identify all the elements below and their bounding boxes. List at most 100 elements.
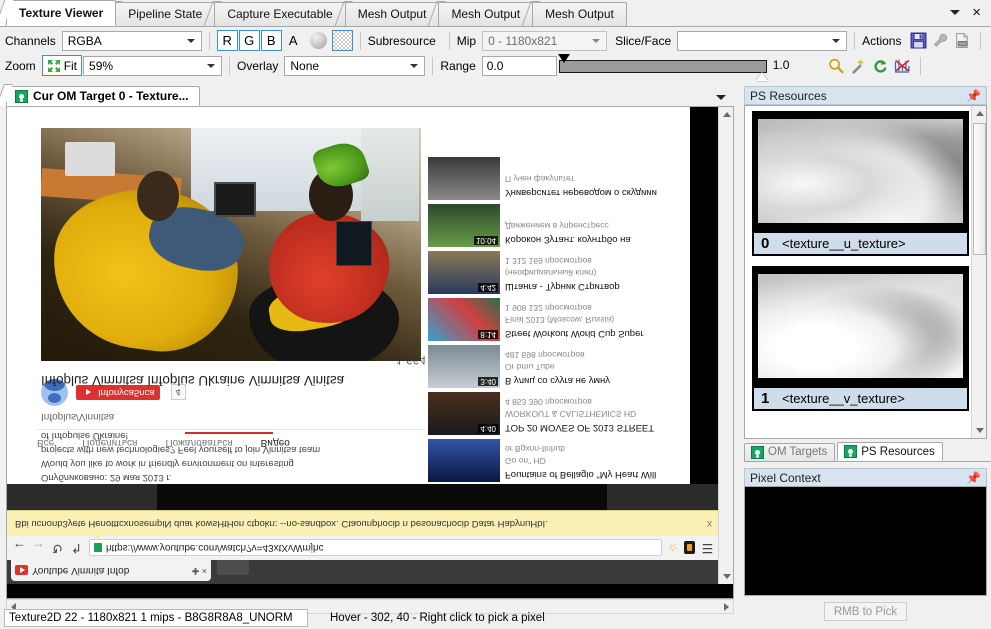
- channel-a-button[interactable]: A: [283, 30, 304, 51]
- video-thumbnail: [428, 157, 500, 200]
- zoom-select[interactable]: 59%: [83, 55, 223, 76]
- resource-row-0[interactable]: 0 <texture__u_texture>: [752, 231, 969, 256]
- tab-label: Pipeline State: [128, 7, 203, 21]
- mip-select[interactable]: 0 - 1180x821: [482, 30, 608, 51]
- tab-capture-executable[interactable]: Capture Executable: [214, 2, 346, 26]
- close-icon[interactable]: ×: [972, 5, 981, 20]
- range-min-handle[interactable]: [557, 53, 570, 63]
- texture-dock-tabbar: Cur OM Target 0 - Texture...: [6, 86, 734, 107]
- tab-label: Mesh Output: [357, 7, 427, 21]
- scroll-up-button[interactable]: [719, 107, 733, 122]
- stop-icon: ↰: [71, 541, 82, 556]
- scroll-down-button[interactable]: [972, 423, 986, 438]
- tab-mesh-output-2[interactable]: Mesh Output: [438, 2, 534, 26]
- resource-name: <texture__u_texture>: [782, 236, 906, 251]
- zoom-label: Zoom: [5, 58, 36, 73]
- slice-face-label: Slice/Face: [615, 33, 672, 48]
- pixel-context-title: Pixel Context: [750, 470, 821, 485]
- channel-g-button[interactable]: G: [238, 30, 260, 51]
- chevron-down-icon: [410, 63, 419, 68]
- resource-index: 1: [761, 390, 770, 407]
- range-min-input[interactable]: 0.0: [481, 55, 557, 76]
- texture-vertical-scrollbar[interactable]: [718, 107, 733, 584]
- range-max-handle[interactable]: [755, 71, 768, 81]
- resource-thumbnail-1[interactable]: [752, 266, 969, 386]
- tab-ps-resources[interactable]: PS Resources: [837, 442, 943, 461]
- resource-row-1[interactable]: 1 <texture__v_texture>: [752, 386, 969, 411]
- status-bar: Texture2D 22 - 1180x821 1 mips - B8G8R8A…: [0, 607, 740, 629]
- mip-label: Mip: [456, 33, 477, 48]
- scroll-down-button[interactable]: [719, 569, 733, 584]
- resources-vertical-scrollbar[interactable]: [971, 106, 986, 438]
- tab-texture-viewer[interactable]: Texture Viewer: [6, 0, 117, 26]
- chevron-down-icon[interactable]: [716, 95, 726, 100]
- tab-om-targets[interactable]: OM Targets: [744, 443, 836, 461]
- chevron-down-icon: [207, 63, 216, 68]
- dock-tab-cur-om-target[interactable]: Cur OM Target 0 - Texture...: [6, 86, 200, 106]
- channels-label: Channels: [5, 33, 56, 48]
- fit-button[interactable]: Fit: [41, 55, 83, 76]
- channels-toolbar: Channels RGBA R G B A Subresource Mip 0 …: [0, 28, 991, 53]
- page-dark-inner: [157, 484, 607, 510]
- pin-icon[interactable]: 📌: [966, 90, 981, 102]
- tab-label: Mesh Output: [545, 7, 614, 21]
- tab-label: Capture Executable: [227, 7, 333, 21]
- open-icon[interactable]: [951, 30, 973, 52]
- notification-text: Bbi ucnonb3yete HenotttcxnosempiN duar k…: [15, 518, 548, 529]
- texture-viewport[interactable]: Youtube Vimnita Infob ✚ × ← → ↻ ↰ https:…: [7, 107, 720, 584]
- sphere-icon[interactable]: [309, 32, 327, 49]
- wrench-icon[interactable]: [929, 30, 951, 52]
- video-title: Street Workout World Cup Super: [505, 328, 644, 339]
- active-tab-underline: [185, 432, 273, 434]
- browser-new-tab: [217, 560, 249, 575]
- bookmark-star-icon: ☆: [668, 541, 678, 554]
- photo-tablet: [214, 182, 256, 217]
- texture-info-field: Texture2D 22 - 1180x821 1 mips - B8G8R8A…: [4, 609, 308, 627]
- checkerboard-icon[interactable]: [331, 30, 353, 51]
- back-icon: ←: [13, 540, 26, 556]
- list-item: Fountains of Bellagio "My Heart Will Go …: [425, 437, 690, 482]
- tab-mesh-output-3[interactable]: Mesh Output: [532, 2, 627, 26]
- texture-canvas-frame: Youtube Vimnita Infob ✚ × ← → ↻ ↰ https:…: [6, 107, 734, 599]
- duration-badge: 10:04: [473, 236, 498, 245]
- range-track: [558, 59, 767, 73]
- ps-resources-list[interactable]: 0 <texture__u_texture> 1 <texture__v_tex…: [744, 105, 987, 439]
- divider: [229, 56, 231, 75]
- tab-pipeline-state[interactable]: Pipeline State: [115, 2, 216, 26]
- browser-notification-bar: Bbi ucnonb3yete HenotttcxnosempiN duar k…: [7, 510, 720, 536]
- range-max-input[interactable]: 1.0: [769, 56, 817, 76]
- scrollbar-thumb[interactable]: [973, 123, 986, 255]
- photo-window-2: [361, 128, 419, 221]
- range-label: Range: [440, 58, 476, 73]
- pixel-context-view[interactable]: [744, 486, 987, 596]
- channel-name: WORKOUT & CALISTHENICS HD: [505, 409, 637, 419]
- range-slider[interactable]: [557, 53, 768, 81]
- chevron-down-icon[interactable]: [950, 9, 961, 15]
- resource-thumbnail-0[interactable]: [752, 111, 969, 231]
- video-tab-report: Пожаловаться: [165, 437, 233, 448]
- browser-url-input: https://www.youtube.com/watch?v=43xtXvWm…: [89, 539, 663, 557]
- pin-icon[interactable]: 📌: [966, 472, 981, 484]
- scroll-up-button[interactable]: [972, 106, 986, 121]
- tab-mesh-output-1[interactable]: Mesh Output: [344, 2, 440, 26]
- youtube-icon: [81, 387, 94, 398]
- save-icon[interactable]: [907, 30, 929, 52]
- channel-r-button[interactable]: R: [216, 30, 238, 51]
- browser-tab-title: Youtube Vimnita Infob: [32, 565, 130, 576]
- list-item: 10:04 Корокон Зутант. коунтрбо на Движен…: [425, 202, 690, 247]
- video-thumbnail: 4:40: [428, 392, 500, 435]
- magnifier-icon[interactable]: [825, 55, 847, 77]
- overlay-select[interactable]: None: [284, 55, 426, 76]
- channels-select[interactable]: RGBA: [61, 30, 202, 51]
- histogram-icon[interactable]: [891, 55, 913, 77]
- channel-b-button[interactable]: B: [260, 30, 282, 51]
- reset-icon[interactable]: [869, 55, 891, 77]
- main-tab-bar: Texture Viewer Pipeline State Capture Ex…: [0, 0, 991, 27]
- rmb-to-pick-button[interactable]: RMB to Pick: [824, 602, 907, 621]
- triangle-up-icon: [722, 112, 731, 117]
- wand-icon[interactable]: [847, 55, 869, 77]
- ps-resources-header: PS Resources 📌: [744, 86, 987, 105]
- slice-face-select[interactable]: [677, 30, 848, 51]
- subresource-label: Subresource: [367, 33, 436, 48]
- related-videos-list: Fountains of Bellagio "My Heart Will Go …: [425, 107, 690, 484]
